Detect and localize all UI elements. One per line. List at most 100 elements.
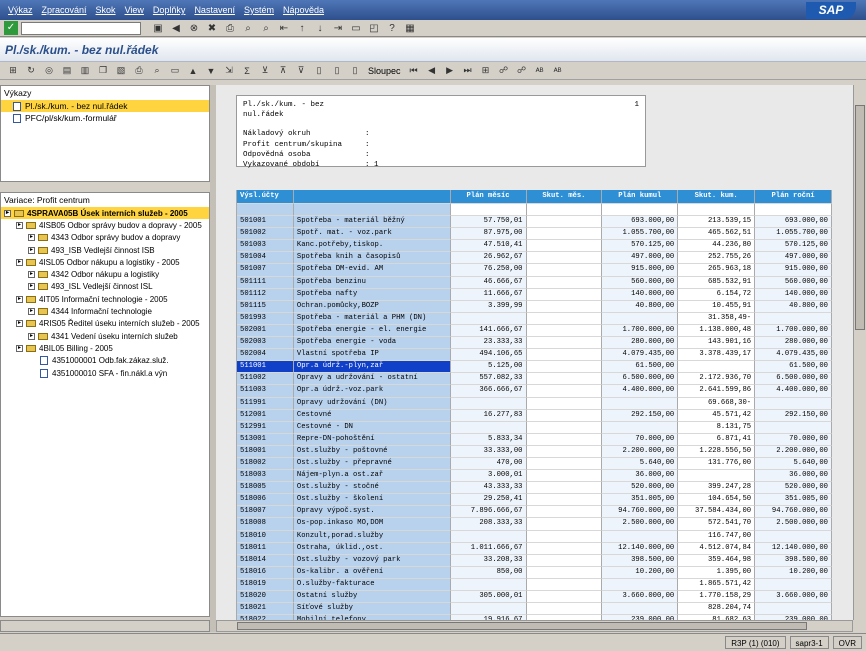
table-row[interactable]: 513001 Repre-DN-pohoštění 5.833,34 70.000,0…: [237, 433, 832, 446]
print-icon[interactable]: ⎙: [223, 22, 237, 35]
table-row[interactable]: 501004 Spotřeba knih a časopisů 26.962,67 4…: [237, 252, 832, 265]
find-icon[interactable]: ⌕: [241, 22, 255, 35]
window-icon[interactable]: ▭: [168, 64, 182, 77]
first-column-icon[interactable]: ⏮: [407, 64, 421, 77]
tree-node[interactable]: ▸ 4344 Informační technologie: [1, 305, 209, 317]
exit-icon[interactable]: ⊗: [187, 22, 201, 35]
subtotal-icon[interactable]: ⊼: [276, 64, 290, 77]
refresh-icon[interactable]: ↻: [24, 64, 38, 77]
sort-desc-icon[interactable]: ▼: [204, 64, 218, 77]
tree-node[interactable]: ▸ 4ISB05 Odbor správy budov a dopravy - 2…: [1, 219, 209, 231]
table-row[interactable]: 518016 Os-kalibr. a ověření 850,00 10.200,0…: [237, 566, 832, 579]
tree-node[interactable]: ▸ 4341 Vedení úseku interních služeb: [1, 330, 209, 342]
table-row[interactable]: 512001 Cestovné 16.277,83 292.150,00 45.571,…: [237, 409, 832, 422]
cancel-icon[interactable]: ✖: [205, 22, 219, 35]
tree-node[interactable]: ▸ 4BIL05 Billing - 2005: [1, 342, 209, 354]
print-preview-icon[interactable]: ⎙: [132, 64, 146, 77]
abc-icon[interactable]: ᴬᴮ: [533, 64, 547, 77]
command-field[interactable]: [21, 21, 141, 35]
help-icon[interactable]: ?: [385, 22, 399, 35]
menu-item[interactable]: Zpracování: [42, 5, 87, 15]
table-row[interactable]: 511003 Opr.a údrž.-voz.park 366.666,67 4.40…: [237, 385, 832, 398]
report-item[interactable]: PFC/pl/sk/kum.-formulář: [1, 112, 209, 124]
tree-node[interactable]: ▸ 4IT05 Informační technologie - 2005: [1, 293, 209, 305]
layout-grid-icon[interactable]: ▤: [60, 64, 74, 77]
table-row[interactable]: 501993 Spotřeba - materiál a PHM (DN) 31.3…: [237, 312, 832, 325]
menu-item[interactable]: Nápověda: [283, 5, 324, 15]
table-row[interactable]: 518011 Ostraha, úklid.,ost. 1.011.666,67 12…: [237, 542, 832, 555]
table-row[interactable]: 518014 Ost.služby - vozový park 33.208,33 3…: [237, 554, 832, 567]
expand-icon[interactable]: ▸: [28, 308, 35, 316]
new-session-icon[interactable]: ▭: [349, 22, 363, 35]
paste-icon[interactable]: ▧: [114, 64, 128, 77]
prev-page-icon[interactable]: ↑: [295, 22, 309, 35]
tree-node[interactable]: ▸ 4SPRAVA05B Úsek interních služeb - 2005: [1, 207, 209, 220]
expand-icon[interactable]: ▸: [16, 221, 23, 229]
table-row[interactable]: 501002 Spotř. mat. - voz.park 87.975,00 1.0…: [237, 228, 832, 241]
table-row[interactable]: 501007 Spotřeba DM-evid. AM 76.250,00 915.0…: [237, 264, 832, 277]
first-page-icon[interactable]: ⇤: [277, 22, 291, 35]
find-table-icon[interactable]: ⌕: [150, 64, 164, 77]
tree-node[interactable]: ▸ 4ISL05 Odbor nákupu a logistiky - 2005: [1, 256, 209, 268]
menu-item[interactable]: Nastavení: [194, 5, 235, 15]
table-row[interactable]: 518020 Ostatní služby 305.000,01 3.660.000,…: [237, 591, 832, 604]
tree-node[interactable]: 4351000010 SFA - fin.nákl.a výn: [1, 367, 209, 379]
table-row[interactable]: 501115 Ochran.pomůcky,BOZP 3.399,99 40.800,…: [237, 300, 832, 313]
tree-node[interactable]: ▸ 493_ISL Vedlejší činnost ISL: [1, 281, 209, 293]
table-row[interactable]: 518001 Ost.služby - poštovné 33.333,00 2.20…: [237, 445, 832, 458]
drilldown-icon[interactable]: ⊞: [479, 64, 493, 77]
table-row[interactable]: 518002 Ost.služby - přepravné 470,00 5.640,…: [237, 457, 832, 471]
table-row[interactable]: 501111 Spotřeba benzinu 46.666,67 560.000,0…: [237, 276, 832, 289]
save-icon[interactable]: ▣: [151, 22, 165, 35]
structure-icon[interactable]: ☍: [497, 64, 511, 77]
doc-copy-icon[interactable]: ▯: [330, 64, 344, 77]
vertical-scrollbar[interactable]: [853, 85, 866, 620]
column-header[interactable]: [293, 190, 451, 204]
left-horizontal-scrollbar[interactable]: [0, 620, 210, 632]
copy-icon[interactable]: ❐: [96, 64, 110, 77]
select-icon[interactable]: ◎: [42, 64, 56, 77]
expand-icon[interactable]: ▸: [28, 271, 35, 279]
table-row[interactable]: 511002 Opravy a udržování - ostatní 557.08…: [237, 373, 832, 386]
expand-icon[interactable]: ▸: [28, 332, 35, 340]
table-row[interactable]: 512991 Cestovné - DN 8.131,75: [237, 421, 832, 434]
expand-icon[interactable]: ▸: [28, 246, 35, 254]
table-row[interactable]: 501003 Kanc.potřeby,tiskop. 47.510,41 570.1…: [237, 240, 832, 253]
table-row[interactable]: 511991 Opravy udržování (DN) 69.668,30-: [237, 397, 832, 410]
horizontal-scrollbar[interactable]: [216, 620, 853, 632]
hierarchy-icon[interactable]: ⊞: [6, 64, 20, 77]
prev-column-icon[interactable]: ◀: [425, 64, 439, 77]
export-icon[interactable]: ⇲: [222, 64, 236, 77]
shortcut-icon[interactable]: ◰: [367, 22, 381, 35]
filter-icon[interactable]: ⊻: [258, 64, 272, 77]
table-row[interactable]: 518021 Síťové služby 828.204,74: [237, 603, 832, 616]
vertical-scroll-thumb[interactable]: [855, 105, 865, 330]
table-row[interactable]: 518007 Opravy výpoč.syst. 7.896.666,67 94.7…: [237, 506, 832, 519]
table-row[interactable]: 518008 Os-pop.inkaso MO,DOM 208.333,33 2.50…: [237, 518, 832, 531]
table-row[interactable]: 501001 Spotřeba - materiál běžný 57.750,01…: [237, 216, 832, 229]
menu-item[interactable]: Doplňky: [153, 5, 186, 15]
table-row[interactable]: 518006 Ost.služby - školení 29.250,41 351.0…: [237, 494, 832, 507]
table-row[interactable]: 502004 Vlastní spotřeba IP 494.106,65 4.079…: [237, 349, 832, 362]
report-item[interactable]: Pl./sk./kum. - bez nul.řádek: [1, 100, 209, 112]
abc2-icon[interactable]: ᴬᴮ: [551, 64, 565, 77]
expand-icon[interactable]: ▸: [28, 234, 35, 242]
expand-icon[interactable]: ▸: [28, 283, 35, 291]
table-row[interactable]: 518005 Ost.služby - stočné 43.333,33 520.00…: [237, 482, 832, 495]
column-button[interactable]: Sloupec: [368, 66, 401, 76]
sum-icon[interactable]: Σ: [240, 64, 254, 77]
column-header[interactable]: Plán roční: [755, 190, 832, 204]
column-header[interactable]: Výsl.účty: [237, 190, 294, 204]
back-icon[interactable]: ◀: [169, 22, 183, 35]
horizontal-scroll-thumb[interactable]: [237, 622, 807, 630]
tree-node[interactable]: ▸ 4342 Odbor nákupu a logistiky: [1, 268, 209, 280]
expand-icon[interactable]: ▸: [16, 295, 23, 303]
table-row[interactable]: 518003 Nájem-plyn.a ost.zař 3.000,01 36.000…: [237, 470, 832, 483]
expand-icon[interactable]: ▸: [16, 258, 23, 266]
status-mode[interactable]: OVR: [832, 636, 862, 649]
next-page-icon[interactable]: ↓: [313, 22, 327, 35]
table-row[interactable]: 518010 Konzult,porad.služby 116.747,00: [237, 530, 832, 543]
menu-item[interactable]: Systém: [244, 5, 274, 15]
column-header[interactable]: Plán měsíc: [450, 190, 527, 204]
doc-icon[interactable]: ▯: [312, 64, 326, 77]
